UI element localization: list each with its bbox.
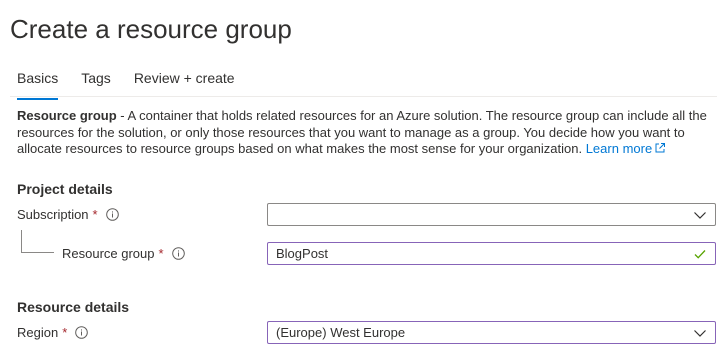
required-marker: * (62, 325, 68, 340)
external-link-icon (655, 143, 666, 153)
info-icon[interactable] (75, 326, 89, 339)
resource-group-input[interactable]: BlogPost (267, 242, 716, 265)
region-value: (Europe) West Europe (276, 325, 406, 340)
resource-group-label-text: Resource group (62, 246, 155, 261)
subscription-label: Subscription * (17, 207, 119, 222)
region-dropdown[interactable]: (Europe) West Europe (267, 321, 716, 344)
resource-group-label: Resource group * (62, 246, 185, 261)
project-details-heading: Project details (17, 181, 113, 197)
chevron-down-icon (694, 211, 706, 219)
subscription-dropdown[interactable] (267, 203, 716, 226)
description: Resource group - A container that holds … (17, 108, 717, 158)
page-title: Create a resource group (10, 14, 292, 44)
region-label: Region * (17, 325, 89, 340)
learn-more-label: Learn more (585, 141, 653, 156)
chevron-down-icon (694, 329, 706, 337)
info-icon[interactable] (171, 247, 185, 260)
required-marker: * (92, 207, 98, 222)
required-marker: * (158, 246, 164, 261)
subscription-label-text: Subscription (17, 207, 89, 222)
info-icon[interactable] (105, 208, 119, 221)
region-label-text: Region (17, 325, 59, 340)
resource-group-value: BlogPost (276, 246, 329, 261)
tab-divider (10, 96, 717, 97)
description-term: Resource group (17, 108, 117, 123)
resource-details-heading: Resource details (17, 299, 130, 315)
learn-more-link[interactable]: Learn more (586, 141, 666, 156)
checkmark-icon (694, 249, 706, 259)
tree-connector (21, 230, 54, 253)
